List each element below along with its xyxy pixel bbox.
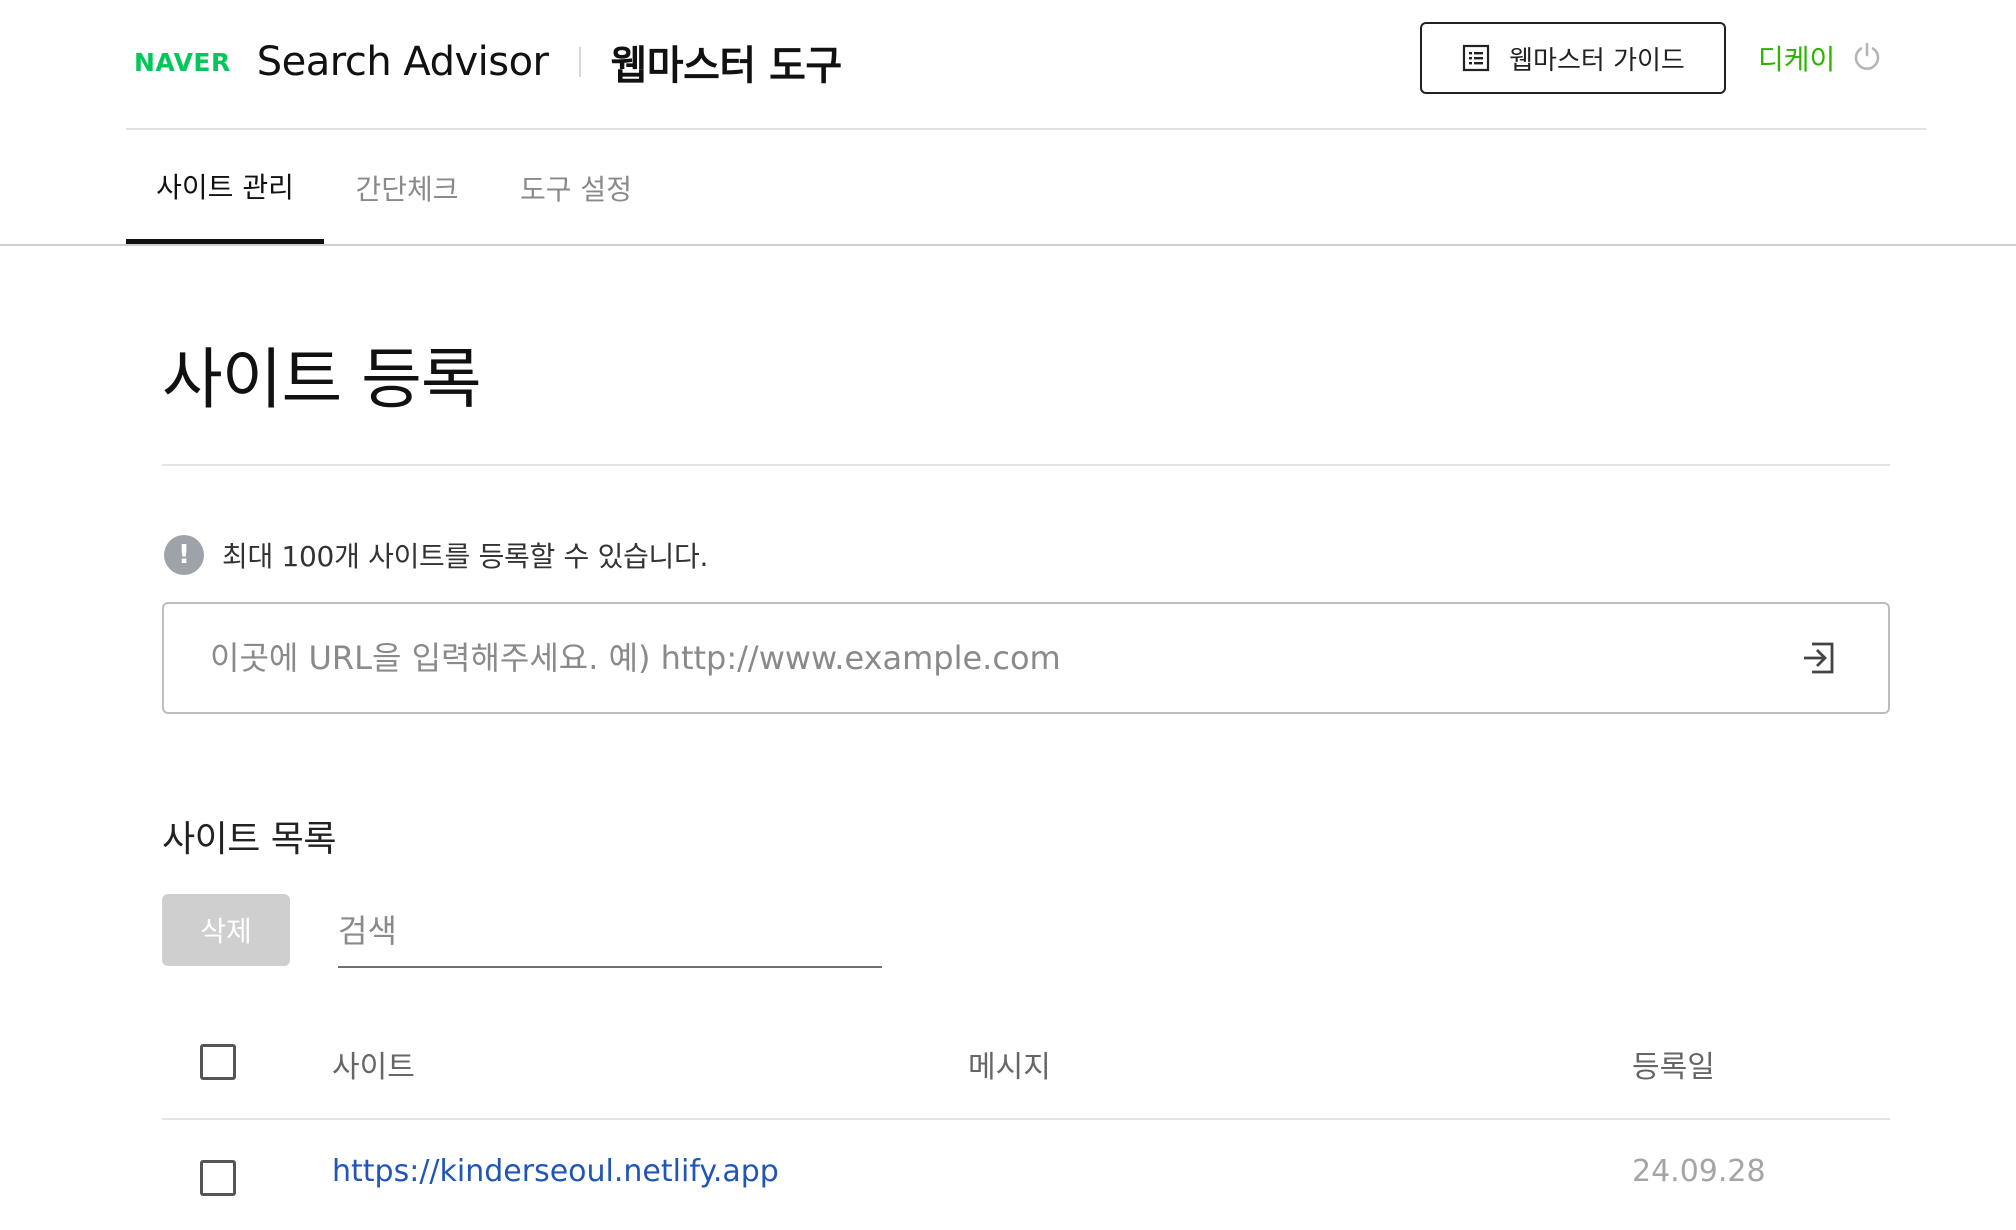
column-header-message: 메시지 (968, 1050, 1051, 1085)
user-area: 디케이 (1758, 36, 1883, 80)
top-header: NAVER Search Advisor 웹마스터 도구 웹마스터 가이드 디케… (126, 0, 1926, 130)
row-checkbox[interactable] (200, 1160, 236, 1196)
notice: ! 최대 100개 사이트를 등록할 수 있습니다. (164, 534, 708, 576)
brand: NAVER Search Advisor 웹마스터 도구 (134, 34, 842, 90)
delete-button[interactable]: 삭제 (162, 894, 290, 966)
column-header-site: 사이트 (332, 1050, 415, 1085)
list-document-icon (1461, 43, 1491, 73)
section-title[interactable]: 웹마스터 도구 (611, 33, 843, 91)
tab-quick-check[interactable]: 간단체크 (344, 132, 470, 244)
registration-date: 24.09.28 (1632, 1154, 1766, 1189)
site-link[interactable]: https://kinderseoul.netlify.app (332, 1154, 779, 1189)
heading-divider (162, 464, 1890, 466)
search-input[interactable] (338, 896, 882, 968)
user-name[interactable]: 디케이 (1758, 38, 1835, 78)
naver-logo[interactable]: NAVER (134, 48, 231, 77)
table-header: 사이트 메시지 등록일 (162, 1006, 1890, 1120)
page-title: 사이트 등록 (162, 341, 482, 418)
tab-site-management[interactable]: 사이트 관리 (126, 132, 324, 244)
tab-tool-settings[interactable]: 도구 설정 (506, 132, 646, 244)
app-title[interactable]: Search Advisor (257, 39, 549, 85)
notice-text: 최대 100개 사이트를 등록할 수 있습니다. (222, 540, 709, 573)
webmaster-guide-button[interactable]: 웹마스터 가이드 (1420, 22, 1726, 94)
brand-divider (578, 47, 581, 77)
url-input-box (162, 602, 1890, 714)
exclamation-circle-icon: ! (164, 535, 204, 575)
table-row: https://kinderseoul.netlify.app 24.09.28 (162, 1122, 1890, 1230)
enter-arrow-icon[interactable] (1798, 638, 1838, 678)
power-icon[interactable] (1851, 40, 1883, 76)
webmaster-guide-label: 웹마스터 가이드 (1509, 45, 1685, 76)
column-header-date: 등록일 (1632, 1050, 1715, 1085)
main-tabs: 사이트 관리 간단체크 도구 설정 (0, 132, 2016, 246)
site-url-input[interactable] (208, 604, 1748, 712)
site-list-title: 사이트 목록 (162, 819, 337, 860)
select-all-checkbox[interactable] (200, 1044, 236, 1080)
